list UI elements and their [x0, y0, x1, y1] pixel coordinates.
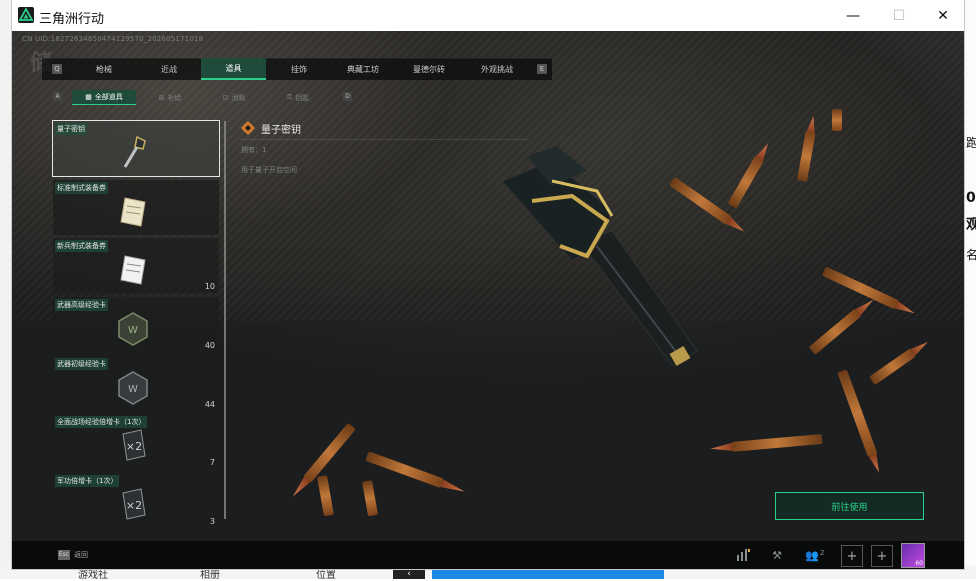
background-text: 0 [966, 190, 976, 206]
item-name: 武器初级经验卡 [55, 358, 108, 370]
app-logo-icon [18, 7, 34, 23]
svg-text:W: W [128, 384, 138, 395]
avatar[interactable]: 60 [901, 543, 925, 568]
multiplier-card-icon: ×2 [122, 488, 146, 520]
plus-icon: + [876, 548, 888, 564]
list-item-merit-multiplier[interactable]: 军功倍增卡（1次） ×2 3 [53, 473, 219, 528]
supply-icon: ⊞ [158, 93, 165, 102]
tab-appearance-challenge[interactable]: 外观挑战 [464, 58, 530, 80]
back-label[interactable]: 返回 [74, 550, 88, 560]
tab-props[interactable]: 道具 [201, 58, 266, 80]
go-use-button[interactable]: 前往使用 [775, 492, 924, 520]
background-text: 名 [966, 248, 976, 262]
exp-card-icon: W [118, 371, 148, 405]
minimize-button[interactable]: — [830, 0, 876, 31]
subtab-all-props[interactable]: ▦ 全部道具 [72, 90, 136, 105]
background-text: 跑 [966, 136, 976, 150]
friends-count: 2 [820, 549, 825, 557]
avatar-level: 60 [915, 560, 923, 567]
list-item-recruit-voucher[interactable]: 新兵制式装备券 10 [53, 238, 219, 293]
background-text: 观 [966, 217, 976, 233]
list-scrollbar[interactable] [224, 121, 226, 519]
game-viewport: 储 CN UID:18272634650474129570_2026051710… [12, 31, 964, 569]
maximize-button[interactable]: ☐ [876, 0, 922, 31]
tab-collection-workshop[interactable]: 典藏工坊 [332, 58, 394, 80]
detail-divider [239, 139, 529, 140]
list-item-weapon-basic-exp-card[interactable]: 武器初级经验卡 W 44 [53, 356, 219, 411]
stats-icon[interactable] [733, 545, 753, 565]
detail-description: 用于量子开启空间 [241, 166, 297, 174]
minimize-icon: — [846, 7, 860, 24]
subtab-supply[interactable]: ⊞ 补给 [140, 90, 200, 105]
voucher-icon [120, 255, 146, 285]
maximize-icon: ☐ [892, 7, 906, 24]
list-item-standard-voucher[interactable]: 标准制式装备券 [53, 180, 219, 235]
bullets-art [292, 109, 928, 517]
subtab-prev-key[interactable]: A [53, 92, 62, 101]
item-count: 40 [204, 341, 215, 350]
item-count: 44 [204, 400, 215, 409]
item-name: 武器高级经验卡 [55, 299, 108, 311]
grid-icon: ▦ [85, 93, 92, 101]
tab-charms[interactable]: 挂饰 [268, 58, 330, 80]
title-bar[interactable]: 三角洲行动 — ☐ ✕ [12, 0, 964, 31]
key-icon: ⚿ [286, 93, 293, 101]
add-slot-button[interactable]: + [841, 545, 863, 567]
tab-melee[interactable]: 近战 [138, 58, 200, 80]
subtab-consumables[interactable]: ⊡ 消耗 [204, 90, 264, 105]
svg-text:W: W [128, 325, 138, 336]
voucher-icon [120, 197, 146, 227]
subtab-label: 全部道具 [94, 93, 123, 101]
list-item-weapon-advanced-exp-card[interactable]: 武器高级经验卡 W 40 [53, 297, 219, 352]
item-name: 量子密钥 [55, 123, 87, 135]
list-item-quantum-key[interactable]: 量子密钥 [52, 120, 220, 177]
exp-card-icon: W [118, 312, 148, 346]
item-count: 3 [209, 517, 215, 526]
detail-owned: 拥有：1 [241, 146, 267, 154]
detail-title: 量子密钥 [261, 125, 301, 136]
close-icon: ✕ [937, 7, 949, 24]
list-item-battlefield-exp-multiplier[interactable]: 全面战场经验倍增卡（1次） ×2 7 [53, 414, 219, 469]
consumable-icon: ⊡ [222, 93, 229, 102]
svg-text:×2: ×2 [126, 499, 142, 512]
hammer-icon[interactable]: ⚒ [767, 545, 787, 565]
item-name: 标准制式装备券 [55, 182, 108, 194]
esc-key[interactable]: Esc [58, 550, 70, 560]
user-uid: CN UID:18272634650474129570_202605171018 [22, 35, 204, 43]
close-button[interactable]: ✕ [920, 0, 966, 31]
svg-text:×2: ×2 [126, 440, 142, 453]
tab-next-key[interactable]: E [537, 64, 547, 74]
background-arrow: ‹ [393, 569, 425, 579]
app-window: 三角洲行动 — ☐ ✕ 储 CN UID:1827263465047412957… [12, 0, 964, 569]
background-blue-bar [432, 569, 664, 579]
tab-mandel-brick[interactable]: 曼德尔砖 [396, 58, 462, 80]
subtab-next-key[interactable]: D [343, 92, 352, 101]
plus-icon: + [846, 548, 858, 564]
add-slot-button[interactable]: + [871, 545, 893, 567]
tab-prev-key[interactable]: Q [52, 64, 62, 74]
quantum-key-art [501, 146, 698, 367]
multiplier-card-icon: ×2 [122, 429, 146, 461]
window-title: 三角洲行动 [39, 12, 105, 27]
item-count: 10 [204, 282, 215, 291]
subtab-label: 钥匙 [295, 93, 310, 102]
quantum-key-icon [123, 135, 146, 168]
item-count: 7 [209, 458, 215, 467]
subtab-label: 补给 [167, 93, 182, 102]
background-left-edge [0, 0, 12, 579]
friends-icon[interactable]: 👥 [802, 545, 822, 565]
subtab-keys[interactable]: ⚿ 钥匙 [268, 90, 328, 105]
item-name: 军功倍增卡（1次） [55, 475, 120, 487]
item-name: 新兵制式装备券 [55, 240, 108, 252]
item-rarity-icon [241, 121, 255, 135]
subtab-label: 消耗 [231, 93, 246, 102]
tab-guns[interactable]: 枪械 [73, 58, 135, 80]
